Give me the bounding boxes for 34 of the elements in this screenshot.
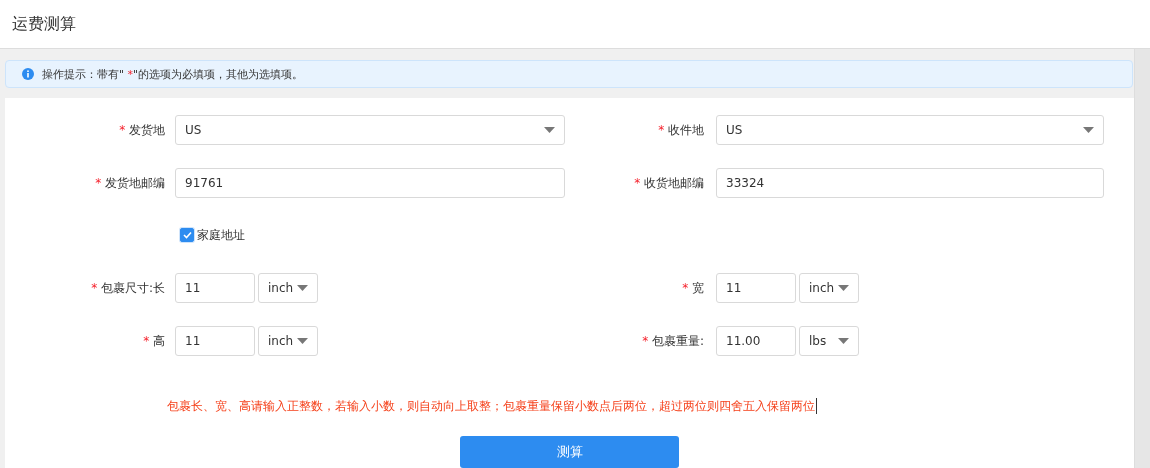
field-label: * 收件地 bbox=[657, 121, 704, 139]
checkbox-label: 家庭地址 bbox=[197, 226, 245, 244]
tip-text: 操作提示：带有" *"的选项为必填项，其他为选填项。 bbox=[42, 66, 304, 82]
field-label: * 收货地邮编 bbox=[633, 174, 704, 192]
field-label: * 发货地邮编 bbox=[94, 174, 165, 192]
page-title: 运费测算 bbox=[12, 13, 76, 35]
caret-icon bbox=[297, 338, 308, 344]
checkbox[interactable] bbox=[180, 228, 194, 242]
caret-icon bbox=[838, 285, 849, 291]
info-icon bbox=[22, 68, 34, 80]
field-label: * 包裹重量: bbox=[641, 332, 704, 350]
dropdown[interactable]: US bbox=[716, 115, 1104, 145]
unit-dropdown[interactable]: inch bbox=[258, 273, 318, 303]
field-label: * 包裹尺寸:长 bbox=[90, 279, 165, 297]
input-field[interactable]: 91761 bbox=[175, 168, 565, 198]
scrollbar[interactable] bbox=[1134, 49, 1150, 468]
unit-dropdown[interactable]: inch bbox=[799, 273, 859, 303]
caret-icon bbox=[297, 285, 308, 291]
dropdown[interactable]: US bbox=[175, 115, 565, 145]
input-field[interactable]: 11 bbox=[175, 273, 255, 303]
field-label: * 发货地 bbox=[118, 121, 165, 139]
hint-text: 包裹长、宽、高请输入正整数，若输入小数，则自动向上取整；包裹重量保留小数点后两位，超过两位则四舍五入保留两位 bbox=[167, 397, 815, 415]
input-field[interactable]: 11 bbox=[716, 273, 796, 303]
caret-icon bbox=[1083, 127, 1094, 133]
field-label: * 高 bbox=[142, 332, 165, 350]
caret-icon bbox=[544, 127, 555, 133]
input-field[interactable]: 11 bbox=[175, 326, 255, 356]
unit-dropdown[interactable]: inch bbox=[258, 326, 318, 356]
unit-dropdown[interactable]: lbs bbox=[799, 326, 859, 356]
caret-icon bbox=[838, 338, 849, 344]
input-field[interactable]: 33324 bbox=[716, 168, 1104, 198]
text-cursor bbox=[816, 398, 817, 414]
field-label: * 宽 bbox=[681, 279, 704, 297]
input-field[interactable]: 11.00 bbox=[716, 326, 796, 356]
